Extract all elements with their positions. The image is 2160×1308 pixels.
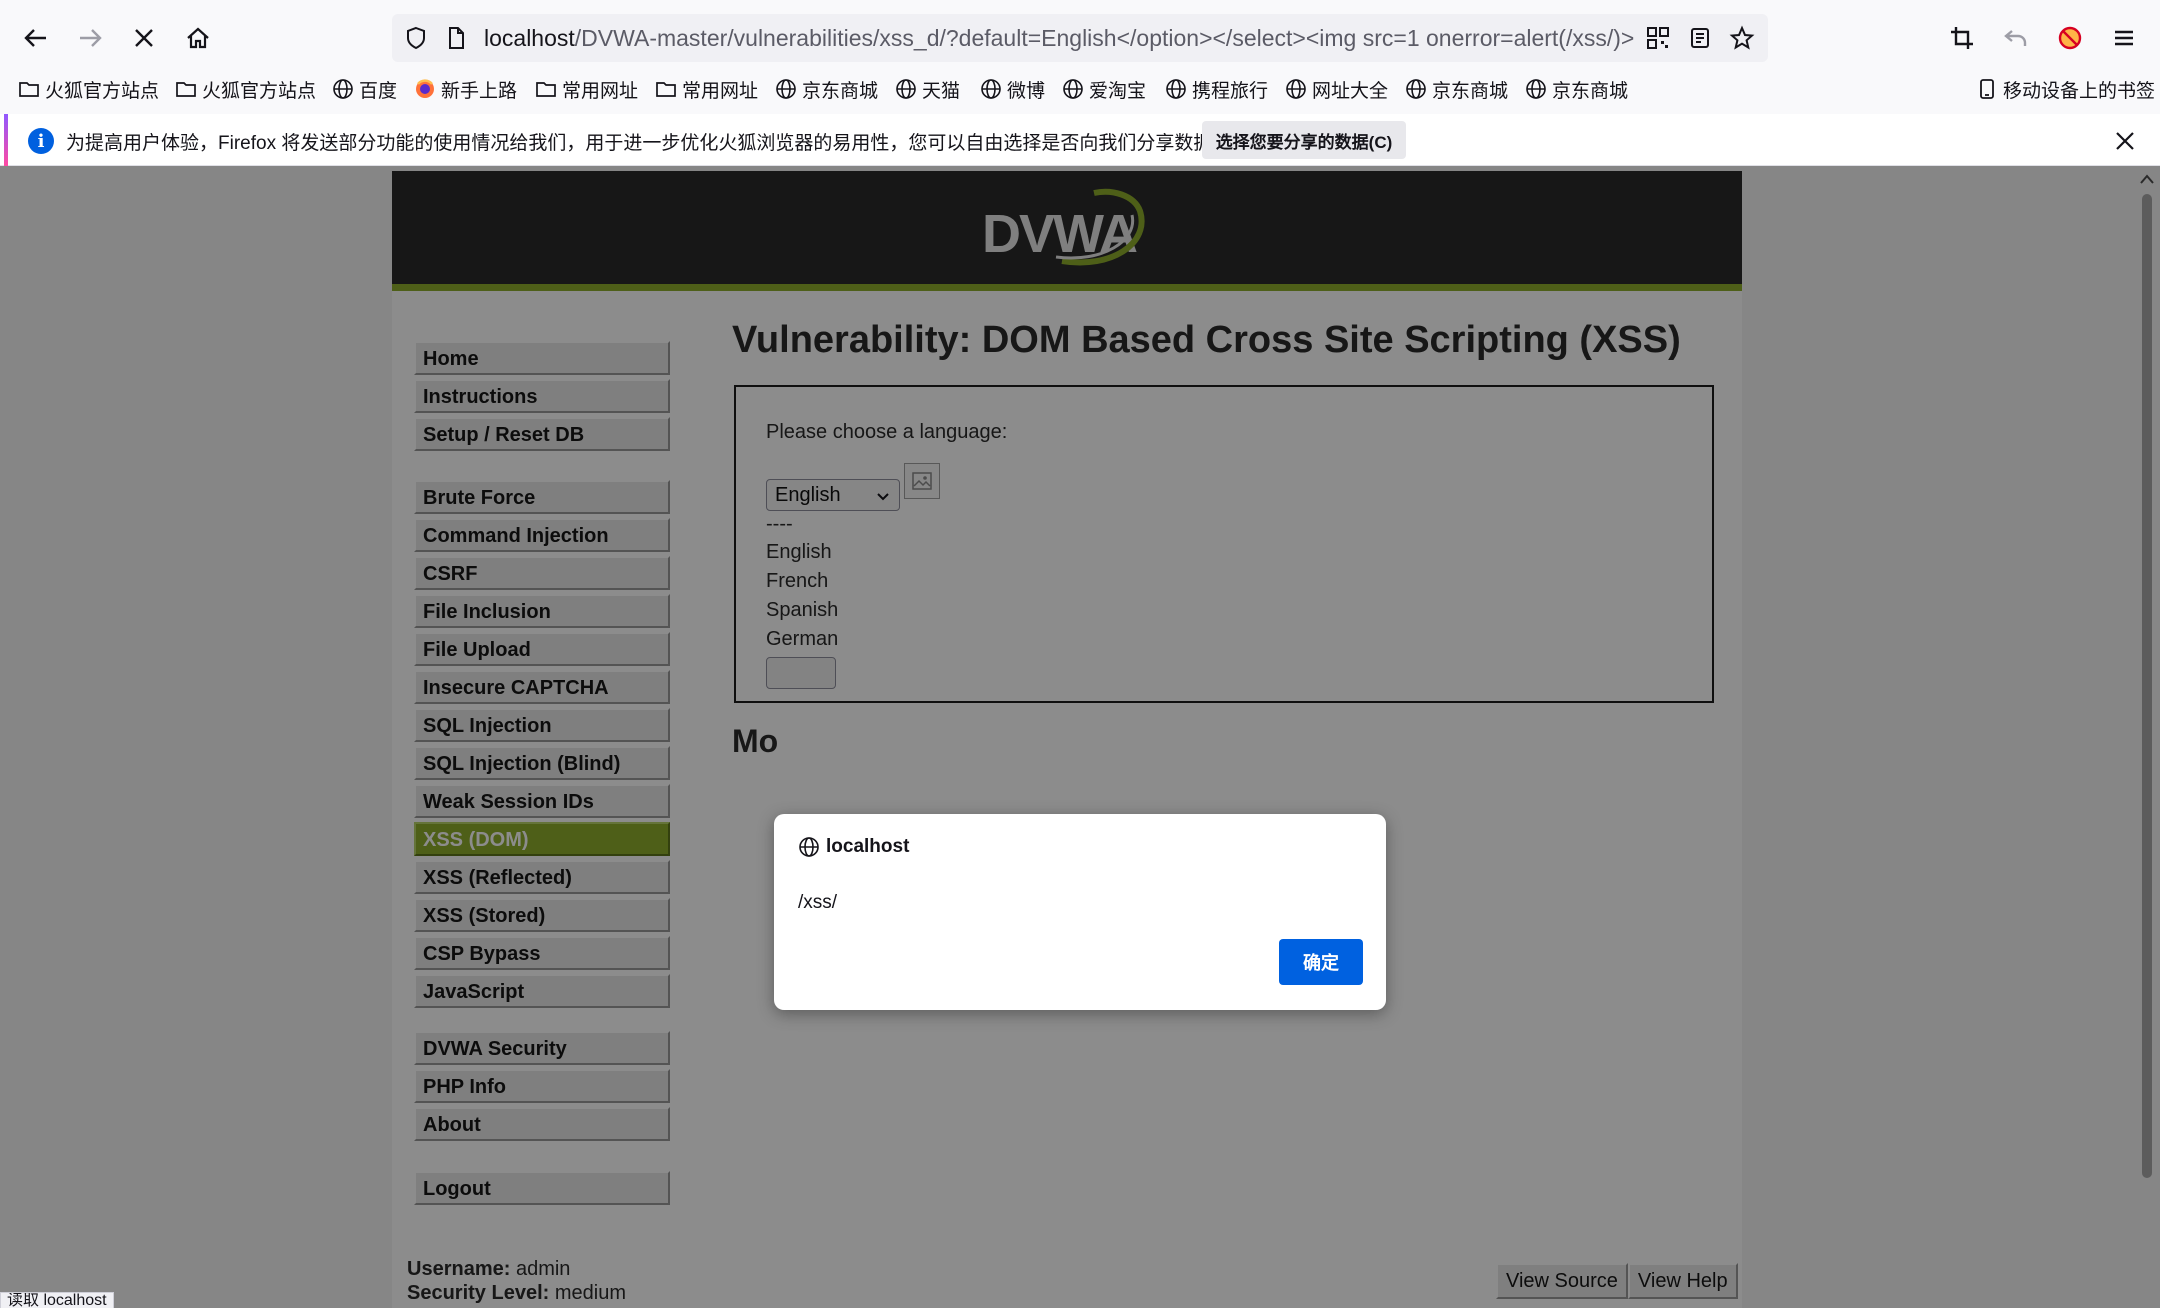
- status-bar: 读取 localhost: [0, 1292, 114, 1308]
- folder-icon: [655, 78, 682, 100]
- firefox-icon: [414, 78, 441, 100]
- globe-icon: [332, 78, 359, 100]
- forward-button[interactable]: [68, 16, 112, 60]
- scroll-up-arrow-icon[interactable]: [2139, 172, 2155, 186]
- alert-origin-text: localhost: [826, 836, 910, 857]
- bookmark-item[interactable]: 携程旅行: [1165, 74, 1268, 104]
- bookmark-label: 天猫: [922, 80, 961, 102]
- globe-icon: [980, 78, 1007, 100]
- notification-accent-stripe: [4, 114, 8, 166]
- undo-arrow-icon: [2004, 30, 2027, 46]
- alert-origin: localhost: [798, 836, 909, 858]
- alert-ok-button[interactable]: 确定: [1279, 939, 1363, 985]
- shield-icon[interactable]: [402, 24, 430, 52]
- back-button[interactable]: [14, 16, 58, 60]
- bookmark-label: 微博: [1007, 80, 1046, 102]
- modal-dim-overlay: [0, 166, 2160, 1308]
- notification-bar: i 为提高用户体验，Firefox 将发送部分功能的使用情况给我们，用于进一步优…: [0, 114, 2160, 166]
- hamburger-menu-icon: [2115, 30, 2133, 46]
- bookmark-star-icon[interactable]: [1728, 24, 1756, 52]
- scrollbar-thumb[interactable]: [2142, 194, 2152, 1178]
- home-button[interactable]: [176, 16, 220, 60]
- browser-toolbar: localhost/DVWA-master/vulnerabilities/xs…: [0, 0, 2160, 76]
- bookmark-item[interactable]: 京东商城: [1405, 74, 1508, 104]
- bookmark-label: 网址大全: [1312, 80, 1389, 102]
- alert-dialog: localhost /xss/ 确定: [774, 814, 1386, 1010]
- url-host: localhost: [484, 25, 575, 51]
- globe-icon: [1525, 78, 1552, 100]
- globe-icon: [895, 78, 922, 100]
- bookmark-label: 京东商城: [802, 80, 879, 102]
- page-scrollbar[interactable]: [2134, 166, 2160, 1308]
- back-arrow-icon: [24, 29, 46, 47]
- mobile-bookmarks-folder[interactable]: 移动设备上的书签: [1976, 74, 2155, 104]
- bookmark-item[interactable]: 百度: [332, 74, 397, 104]
- blocked-extension-icon: [2058, 26, 2082, 50]
- screenshot-button[interactable]: [1940, 16, 1984, 60]
- bookmark-item[interactable]: 火狐官方站点: [18, 74, 159, 104]
- forward-arrow-icon: [80, 29, 102, 47]
- page-info-icon[interactable]: [442, 24, 470, 52]
- folder-icon: [535, 78, 562, 100]
- notification-text: 为提高用户体验，Firefox 将发送部分功能的使用情况给我们，用于进一步优化火…: [66, 133, 1232, 154]
- bookmark-item[interactable]: 爱淘宝: [1062, 74, 1146, 104]
- bookmark-item[interactable]: 常用网址: [655, 74, 758, 104]
- url-path: /DVWA-master/vulnerabilities/xss_d/?defa…: [574, 25, 1635, 51]
- home-icon: [187, 27, 209, 49]
- bookmark-label: 常用网址: [682, 80, 759, 102]
- globe-icon: [775, 78, 802, 100]
- url-text[interactable]: localhost/DVWA-master/vulnerabilities/xs…: [484, 25, 2014, 52]
- globe-icon: [1062, 78, 1089, 100]
- menu-button[interactable]: [2102, 16, 2146, 60]
- bookmark-item[interactable]: 网址大全: [1285, 74, 1388, 104]
- bookmark-item[interactable]: 微博: [980, 74, 1045, 104]
- bookmark-label: 京东商城: [1552, 80, 1629, 102]
- bookmark-label: 百度: [359, 80, 398, 102]
- info-icon: i: [28, 128, 54, 154]
- mobile-device-icon: [1980, 79, 1994, 99]
- page-viewport: DVWA Home Instructions Setup / Reset DB Bru…: [0, 166, 2160, 1308]
- bookmark-label: 火狐官方站点: [202, 80, 317, 102]
- bookmark-label: 新手上路: [441, 80, 518, 102]
- choose-data-button[interactable]: 选择您要分享的数据(C): [1202, 121, 1406, 159]
- globe-icon: [1405, 78, 1432, 100]
- bookmark-label: 火狐官方站点: [45, 80, 160, 102]
- folder-icon: [18, 78, 45, 100]
- reader-view-icon[interactable]: [1686, 24, 1714, 52]
- notification-close-button[interactable]: [2110, 126, 2140, 156]
- globe-icon: [1285, 78, 1312, 100]
- bookmark-item[interactable]: 常用网址: [535, 74, 638, 104]
- bookmark-label: 携程旅行: [1192, 80, 1269, 102]
- mobile-bookmarks-label: 移动设备上的书签: [2003, 80, 2156, 102]
- bookmark-label: 常用网址: [562, 80, 639, 102]
- bookmarks-toolbar: 火狐官方站点 火狐官方站点 百度 新手上路 常用网址 常用网址 京东商城 天猫 微博 爱淘宝 携程旅…: [0, 70, 2160, 108]
- qr-code-icon[interactable]: [1644, 24, 1672, 52]
- bookmark-item[interactable]: 京东商城: [1525, 74, 1628, 104]
- crop-icon: [1951, 27, 1973, 49]
- alert-message: /xss/: [798, 892, 838, 913]
- close-x-icon: [135, 29, 153, 47]
- stop-loading-button[interactable]: [122, 16, 166, 60]
- bookmark-item[interactable]: 天猫: [895, 74, 960, 104]
- close-icon: [2116, 132, 2134, 150]
- bookmark-label: 爱淘宝: [1089, 80, 1147, 102]
- globe-icon: [799, 837, 819, 857]
- url-bar[interactable]: localhost/DVWA-master/vulnerabilities/xs…: [392, 14, 1768, 62]
- folder-icon: [175, 78, 202, 100]
- bookmark-item[interactable]: 火狐官方站点: [175, 74, 316, 104]
- extension-button[interactable]: [2048, 16, 2092, 60]
- globe-icon: [1165, 78, 1192, 100]
- bookmark-item[interactable]: 新手上路: [414, 74, 517, 104]
- bookmark-item[interactable]: 京东商城: [775, 74, 878, 104]
- undo-button[interactable]: [1994, 16, 2038, 60]
- bookmark-label: 京东商城: [1432, 80, 1509, 102]
